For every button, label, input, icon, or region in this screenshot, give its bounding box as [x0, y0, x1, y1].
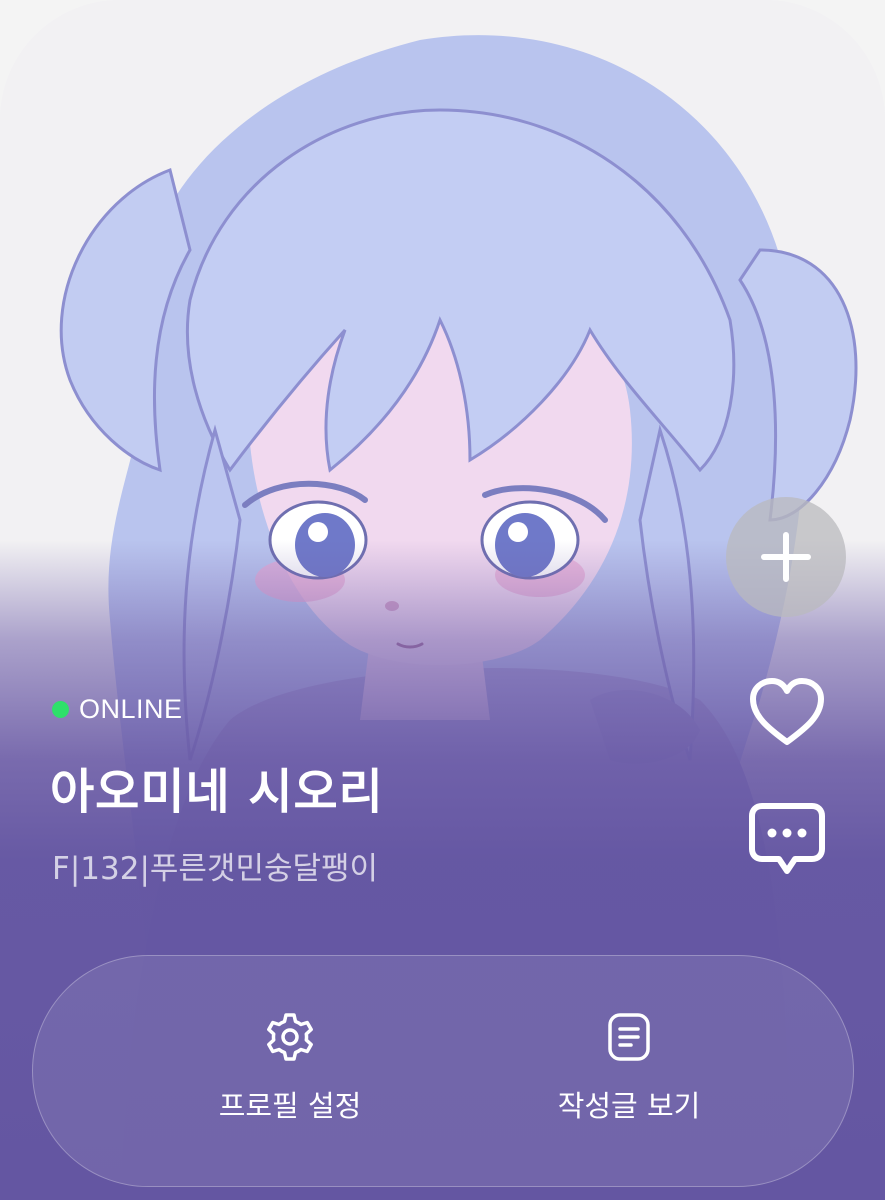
- profile-name: 아오미네 시오리: [50, 764, 384, 820]
- profile-settings-button[interactable]: 프로필 설정: [160, 956, 420, 1188]
- profile-settings-label: 프로필 설정: [218, 1089, 362, 1123]
- heart-icon: [750, 678, 824, 745]
- view-posts-button[interactable]: 작성글 보기: [499, 956, 759, 1188]
- message-button[interactable]: [745, 797, 829, 881]
- add-friend-button[interactable]: [726, 497, 846, 617]
- chat-bubble-icon: [749, 803, 825, 874]
- profile-bio: F|132|푸른갯민숭달팽이: [52, 851, 379, 887]
- online-dot-icon: [52, 701, 69, 718]
- gear-icon: [267, 1013, 313, 1061]
- like-button[interactable]: [745, 670, 829, 754]
- status-label: ONLINE: [79, 694, 183, 724]
- profile-card: ONLINE 아오미네 시오리 F|132|푸른갯민숭달팽이 프로필 설정 작성…: [0, 0, 885, 1200]
- document-icon: [608, 1013, 650, 1061]
- plus-icon: [761, 532, 811, 582]
- action-bar: 프로필 설정 작성글 보기: [32, 955, 854, 1187]
- online-status: ONLINE: [52, 694, 183, 725]
- view-posts-label: 작성글 보기: [557, 1089, 701, 1123]
